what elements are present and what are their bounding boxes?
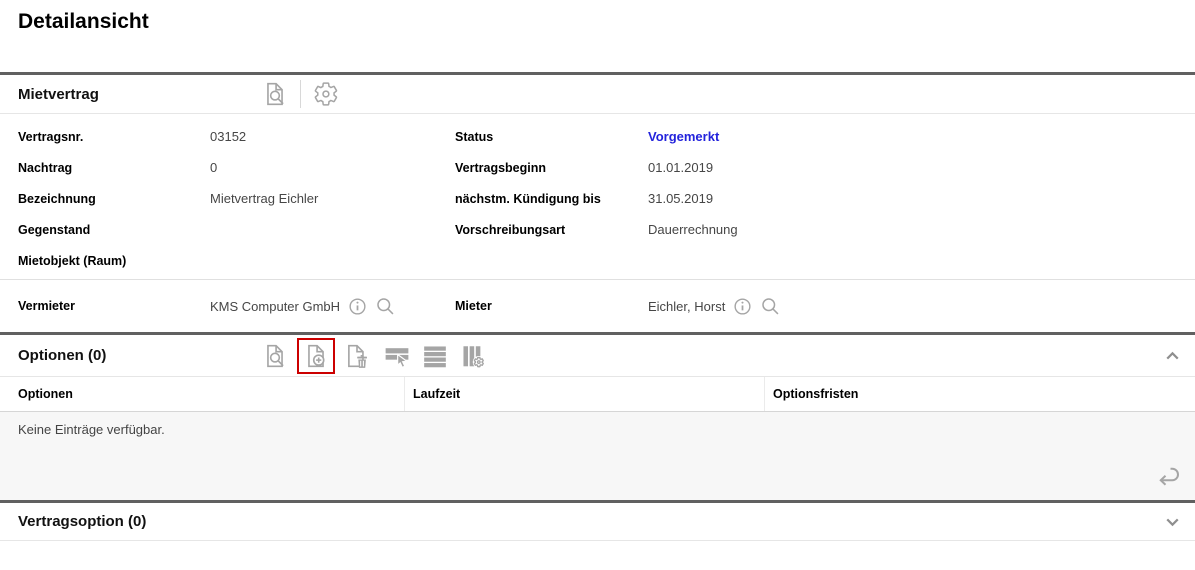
list-view-button[interactable] [422,343,448,369]
delete-entry-button[interactable] [344,343,370,369]
field-value: 03152 [210,129,246,144]
page-title: Detailansicht [18,10,1177,34]
document-preview-button[interactable] [262,81,288,107]
empty-message: Keine Einträge verfügbar. [0,412,1195,437]
optionen-section-header: Optionen (0) [0,335,1195,377]
field-label: Vorschreibungsart [455,223,648,237]
field-label: Vertragsnr. [18,130,210,144]
column-settings-button[interactable] [460,343,486,369]
vermieter-search-button[interactable] [375,296,396,317]
mieter-value: Eichler, Horst [648,299,725,314]
chevron-down-icon [1162,511,1183,532]
collapse-section-button[interactable] [1162,345,1183,366]
field-value: 0 [210,160,217,175]
mieter-label: Mieter [455,299,648,313]
field-row: Bezeichnung Mietvertrag Eichler nächstm.… [18,183,1177,214]
info-icon [732,296,753,317]
add-entry-button[interactable] [303,343,329,369]
return-button[interactable] [1152,460,1182,490]
optionen-table-body: Keine Einträge verfügbar. [0,412,1195,500]
mietvertrag-title: Mietvertrag [18,86,99,103]
mieter-info-button[interactable] [732,296,753,317]
settings-button[interactable] [313,81,339,107]
status-badge: Vorgemerkt [648,129,719,144]
party-row: Vermieter KMS Computer GmbH [0,280,1195,332]
search-icon [375,296,396,317]
vermieter-label: Vermieter [18,299,210,313]
column-header[interactable]: Optionen [0,377,405,411]
vermieter-info-button[interactable] [347,296,368,317]
field-label: Nachtrag [18,161,210,175]
add-entry-icon [303,343,329,369]
page-header: Detailansicht [0,0,1195,72]
field-label: Bezeichnung [18,192,210,206]
field-row: Mietobjekt (Raum) [18,245,1177,276]
select-row-button[interactable] [384,343,410,369]
list-view-icon [422,343,448,369]
optionen-title: Optionen (0) [18,347,106,364]
optionen-toolbar [262,338,486,374]
optionen-table-header: Optionen Laufzeit Optionsfristen [0,377,1195,412]
detail-view-page: Detailansicht Mietvertrag [0,0,1195,570]
toolbar-divider [300,80,301,108]
vertragsoption-section-header: Vertragsoption (0) [0,503,1195,541]
highlight-box [297,338,335,374]
field-label: Gegenstand [18,223,210,237]
document-preview-icon [262,343,288,369]
field-label: Status [455,130,648,144]
document-preview-icon [262,81,288,107]
mietvertrag-toolbar [262,80,339,108]
field-value: Dauerrechnung [648,222,738,237]
column-settings-icon [460,343,486,369]
field-label: nächstm. Kündigung bis [455,192,648,206]
search-icon [760,296,781,317]
column-header[interactable]: Laufzeit [405,377,765,411]
mietvertrag-fields: Vertragsnr. 03152 Status Vorgemerkt Nach… [0,114,1195,279]
delete-entry-icon [344,343,370,369]
vermieter-value: KMS Computer GmbH [210,299,340,314]
column-header[interactable]: Optionsfristen [765,377,1195,411]
expand-section-button[interactable] [1162,511,1183,532]
mieter-search-button[interactable] [760,296,781,317]
field-row: Nachtrag 0 Vertragsbeginn 01.01.2019 [18,152,1177,183]
gear-icon [313,81,339,107]
document-preview-button[interactable] [262,343,288,369]
return-icon [1152,460,1182,490]
chevron-up-icon [1162,345,1183,366]
field-label: Mietobjekt (Raum) [18,254,210,268]
field-value: 31.05.2019 [648,191,713,206]
field-row: Gegenstand Vorschreibungsart Dauerrechnu… [18,214,1177,245]
select-row-icon [384,343,410,369]
field-row: Vertragsnr. 03152 Status Vorgemerkt [18,121,1177,152]
mietvertrag-section-header: Mietvertrag [0,75,1195,114]
field-value: Mietvertrag Eichler [210,191,318,206]
vertragsoption-title: Vertragsoption (0) [18,513,146,530]
field-value: 01.01.2019 [648,160,713,175]
info-icon [347,296,368,317]
field-label: Vertragsbeginn [455,161,648,175]
